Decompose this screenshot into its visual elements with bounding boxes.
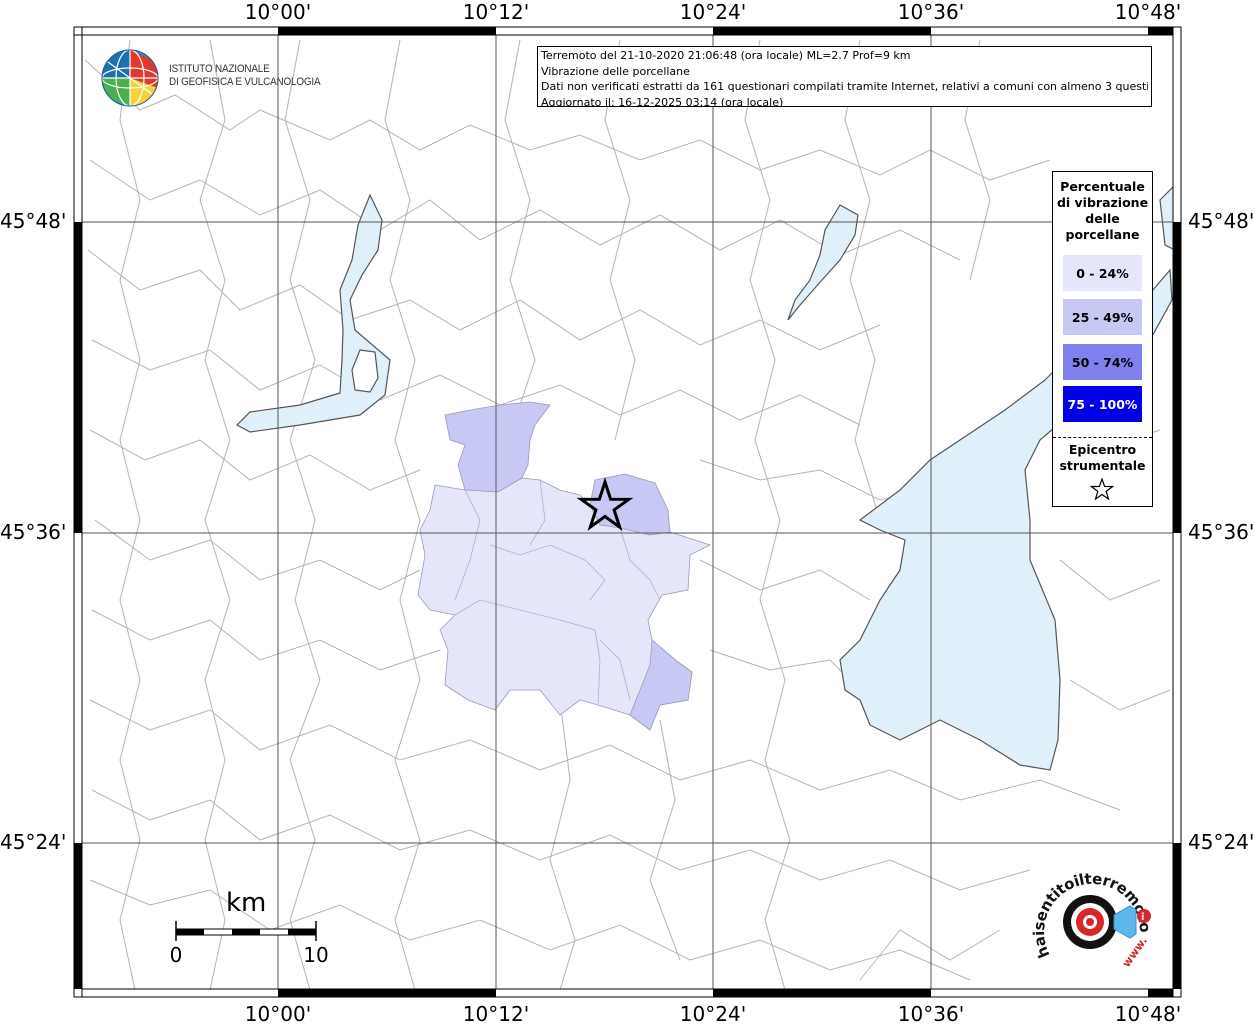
legend-class-label: 0 - 24%: [1076, 265, 1129, 281]
lon-label-top-1: 10°00': [244, 0, 312, 24]
legend-class-0-24: 0 - 24%: [1063, 255, 1142, 291]
legend-class-label: 50 - 74%: [1071, 354, 1134, 370]
legend-title: Percentuale di vibrazione delle porcella…: [1056, 179, 1149, 242]
legend-star-icon: [1090, 478, 1114, 500]
lon-label-top-4: 10°36': [897, 0, 965, 24]
legend: Percentuale di vibrazione delle porcella…: [1052, 171, 1153, 507]
haisentito-logo-icon: haisentitoilterremoto.it i www.: [1030, 860, 1155, 970]
lon-label-bottom-4: 10°36': [897, 1002, 965, 1026]
lat-label-right-3: 45°24': [1188, 830, 1255, 854]
ingv-logo-icon: [101, 49, 159, 107]
lat-label-left-1: 45°48': [0, 209, 67, 233]
haisentito-logo-info-glyph: i: [1141, 912, 1144, 923]
lat-label-left-2: 45°36': [0, 520, 67, 544]
legend-class-25-49: 25 - 49%: [1063, 299, 1142, 335]
lon-label-top-3: 10°24': [679, 0, 747, 24]
lon-label-bottom-3: 10°24': [679, 1002, 747, 1026]
haisentito-logo-www: www.: [1120, 934, 1150, 969]
scale-unit: km: [226, 888, 267, 918]
legend-epicenter-label: Epicentro strumentale: [1059, 442, 1146, 473]
scale-start: 0: [169, 943, 183, 967]
lon-label-bottom-2: 10°12': [462, 1002, 530, 1026]
info-line-updated: Aggiornato il: 16-12-2025 03:14 (ora loc…: [541, 95, 784, 107]
legend-class-50-74: 50 - 74%: [1063, 344, 1142, 380]
lat-label-left-3: 45°24': [0, 830, 67, 854]
lon-label-top-2: 10°12': [462, 0, 530, 24]
lon-label-top-5: 10°48': [1114, 0, 1182, 24]
info-line-parameter: Vibrazione delle porcellane: [541, 64, 690, 78]
ingv-name-line2: DI GEOFISICA E VULCANOLOGIA: [169, 76, 321, 88]
info-line-data-note: Dati non verificati estratti da 161 ques…: [541, 80, 1148, 93]
lat-label-right-2: 45°36': [1188, 520, 1255, 544]
legend-separator: [1053, 437, 1152, 438]
ingv-name: ISTITUTO NAZIONALE DI GEOFISICA E VULCAN…: [169, 63, 321, 89]
legend-class-label: 75 - 100%: [1067, 396, 1138, 412]
scale-end: 10: [303, 943, 329, 967]
info-line-event: Terremoto del 21-10-2020 21:06:48 (ora l…: [541, 49, 911, 62]
legend-class-75-100: 75 - 100%: [1063, 386, 1142, 422]
lon-label-bottom-1: 10°00': [244, 1002, 312, 1026]
ingv-name-line1: ISTITUTO NAZIONALE: [169, 63, 270, 75]
lon-label-bottom-5: 10°48': [1114, 1002, 1182, 1026]
earthquake-info-box: Terremoto del 21-10-2020 21:06:48 (ora l…: [537, 46, 1152, 107]
legend-class-label: 25 - 49%: [1071, 309, 1134, 325]
lat-label-right-1: 45°48': [1188, 209, 1255, 233]
